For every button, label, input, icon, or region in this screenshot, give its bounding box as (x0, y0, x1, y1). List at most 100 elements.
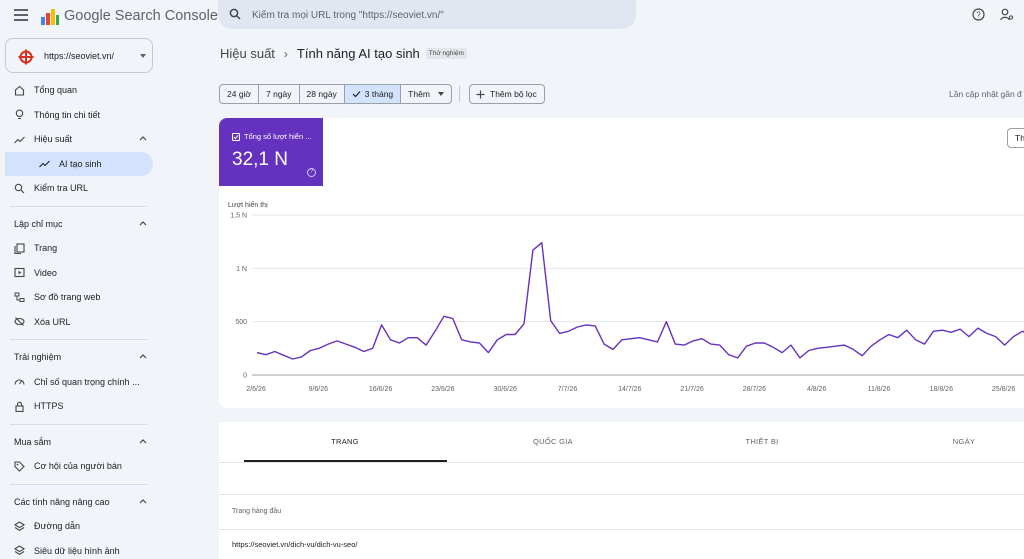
range-label: 3 tháng (364, 89, 394, 99)
x-tick-label: 9/6/26 (309, 386, 329, 393)
sidebar-item-video[interactable]: Video (0, 261, 160, 286)
search-input[interactable] (252, 6, 622, 24)
x-tick-label: 11/8/26 (868, 386, 891, 393)
property-logo-icon (18, 49, 34, 65)
last-updated-text: Lần cập nhật gần đ (949, 89, 1022, 99)
sidebar-item-url-inspection[interactable]: Kiểm tra URL (0, 176, 160, 201)
property-selector[interactable]: https://seoviet.vn/ (5, 38, 153, 73)
tabs-divider (219, 462, 1024, 463)
x-tick-label: 28/7/26 (743, 386, 766, 393)
toolbar-divider (459, 86, 460, 102)
sidebar-item-label: Xóa URL (34, 316, 71, 327)
y-tick-label: 1,5 N (230, 213, 247, 220)
table-toolbar-divider (219, 494, 1024, 495)
range-more-dropdown[interactable]: Thêm (401, 85, 451, 103)
range-7d-button[interactable]: 7 ngày (259, 85, 300, 103)
breadcrumb-parent[interactable]: Hiệu suất (220, 46, 275, 61)
metric-value: 32,1 N (232, 149, 288, 170)
add-filter-label: Thêm bộ lọc (490, 89, 537, 99)
tab-countries[interactable]: QUỐC GIA (453, 437, 653, 446)
manage-users-icon[interactable] (1000, 8, 1014, 21)
sidebar-divider (10, 423, 147, 425)
sidebar-divider (10, 339, 147, 340)
sidebar-section-experience[interactable]: Trải nghiệm (0, 345, 160, 370)
total-impressions-metric-card[interactable]: Tổng số lượt hiển ... 32,1 N ? (219, 118, 323, 186)
sidebar-section-enhancements[interactable]: Các tính năng nâng cao (0, 490, 160, 515)
x-tick-label: 16/6/26 (369, 386, 392, 393)
y-tick-label: 1 N (236, 266, 247, 273)
sidebar-item-core-web-vitals[interactable]: Chỉ số quan trọng chính ... (0, 370, 160, 395)
check-icon (352, 91, 361, 98)
layers-icon (14, 545, 25, 556)
range-28d-button[interactable]: 28 ngày (300, 85, 345, 103)
url-inspect-search[interactable] (218, 0, 636, 29)
help-icon[interactable]: ? (307, 168, 316, 177)
add-filter-button[interactable]: Thêm bộ lọc (469, 84, 545, 104)
sidebar-item-https[interactable]: HTTPS (0, 394, 160, 419)
tab-devices[interactable]: THIẾT BỊ (662, 437, 862, 446)
metric-label: Tổng số lượt hiển ... (244, 132, 312, 141)
dropdown-arrow-icon (437, 92, 444, 96)
sidebar-item-label: Kiểm tra URL (34, 183, 89, 194)
x-tick-label: 2/6/26 (246, 386, 266, 393)
section-title: Mua sắm (14, 436, 52, 447)
chevron-down-icon (140, 54, 146, 58)
page-title: Tính năng AI tạo sinh (296, 46, 420, 61)
sidebar-item-label: Chỉ số quan trọng chính ... (34, 376, 140, 387)
experimental-badge: Thử nghiệm (425, 48, 467, 59)
plus-icon (476, 90, 485, 98)
sidebar-item-ai-generative[interactable]: AI tạo sinh (5, 151, 153, 176)
video-icon (14, 267, 25, 278)
lock-icon (14, 401, 25, 412)
trending-icon (39, 158, 50, 169)
impressions-line-chart: Lượt hiển thị 1,5 N 1 N 500 0 2/6/26 9/6/26 16/… (228, 201, 1024, 393)
range-24h-button[interactable]: 24 giờ (220, 85, 260, 103)
section-title: Các tính năng nâng cao (14, 496, 110, 507)
sidebar-divider (10, 205, 147, 207)
sidebar-item-pages[interactable]: Trang (0, 236, 160, 261)
chevron-up-icon (139, 354, 147, 359)
sidebar-item-performance[interactable]: Hiệu suất (0, 127, 160, 152)
sidebar-item-sitemaps[interactable]: Sơ đồ trang web (0, 285, 160, 310)
eye-off-icon (14, 316, 25, 327)
menu-icon[interactable] (14, 9, 28, 21)
x-tick-label: 21/7/26 (680, 386, 703, 393)
search-console-logo-icon (41, 9, 59, 25)
range-label: 7 ngày (266, 89, 292, 99)
sidebar-item-label: Tổng quan (34, 85, 78, 96)
sidebar-item-image-metadata[interactable]: Siêu dữ liệu hình ảnh (0, 539, 160, 559)
tab-pages[interactable]: TRANG (245, 437, 445, 446)
sidebar-item-insights[interactable]: Thông tin chi tiết (0, 103, 160, 128)
search-icon (14, 183, 25, 194)
y-tick-label: 0 (243, 373, 247, 380)
y-tick-label: 500 (235, 319, 247, 326)
sidebar-item-label: Sơ đồ trang web (34, 292, 101, 303)
help-icon[interactable]: ? (972, 8, 985, 21)
pages-icon (14, 243, 25, 254)
sidebar-item-breadcrumbs[interactable]: Đường dẫn (0, 514, 160, 539)
sidebar-item-merchant-opportunities[interactable]: Cơ hội của người bán (0, 454, 160, 479)
sitemap-icon (14, 292, 25, 303)
tag-icon (14, 461, 25, 472)
impressions-series-line (256, 242, 1024, 360)
sidebar-section-shopping[interactable]: Mua sắm (0, 430, 160, 455)
sidebar-item-removals[interactable]: Xóa URL (0, 310, 160, 335)
sidebar-item-label: Siêu dữ liệu hình ảnh (34, 545, 120, 556)
chevron-right-icon: › (283, 46, 288, 61)
layers-icon (14, 521, 25, 532)
property-label: https://seoviet.vn/ (44, 51, 115, 61)
chevron-up-icon (139, 438, 147, 443)
table-header-divider (219, 529, 1024, 530)
sidebar-section-indexing[interactable]: Lập chỉ mục (0, 212, 160, 237)
speedometer-icon (14, 376, 25, 387)
sidebar-item-overview[interactable]: Tổng quan (0, 78, 160, 103)
range-label: 28 ngày (306, 89, 337, 99)
section-title: Lập chỉ mục (14, 218, 63, 229)
table-row[interactable]: https://seoviet.vn/dich-vu/dich-vu-seo/ (232, 540, 357, 549)
table-header-top-pages[interactable]: Trang hàng đầu (232, 508, 281, 515)
tab-dates[interactable]: NGÀY (864, 437, 1024, 446)
metric-checkbox[interactable] (232, 133, 240, 141)
chart-options-button[interactable]: Th (1007, 128, 1024, 148)
range-3m-button[interactable]: 3 tháng (344, 85, 402, 103)
range-label: 24 giờ (227, 89, 252, 99)
